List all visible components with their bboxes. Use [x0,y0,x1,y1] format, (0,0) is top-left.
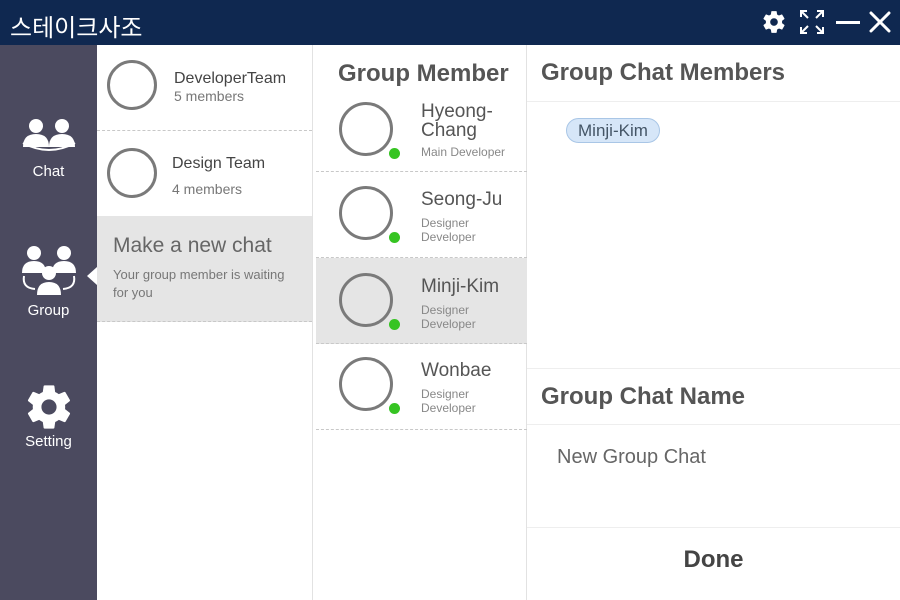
active-nav-pointer [87,267,97,285]
member-name: Minji-Kim [421,276,500,297]
avatar [339,186,393,240]
chat-list-item[interactable]: Design Team 4 members [97,131,312,217]
chat-member-count: 4 members [172,181,243,197]
avatar [339,102,393,156]
member-role: Designer [421,387,470,401]
group-chat-members-title: Group Chat Members [541,59,786,86]
avatar [107,148,157,198]
done-button[interactable]: Done [527,527,900,600]
member-name-line2: Chang [421,120,477,141]
side-nav: Chat Group Setting [0,45,97,600]
online-status-dot [389,148,400,159]
member-role: Main Developer [421,145,506,159]
avatar [339,357,393,411]
gear-icon [763,11,785,33]
group-chat-name-header: Group Chat Name [527,368,900,425]
chat-name: DeveloperTeam [174,70,287,87]
group-member-panel: Group Member Hyeong- Chang Main Develope… [313,45,527,600]
minimize-icon [836,21,860,24]
group-chat-members-header: Group Chat Members [527,45,900,102]
done-label: Done [683,546,744,573]
selected-member-chip[interactable]: Minji-Kim [566,118,660,143]
member-name: Wonbae [421,360,492,381]
member-row[interactable]: Hyeong- Chang Main Developer [316,86,527,172]
nav-item-setting[interactable]: Setting [0,381,97,461]
chat-people-icon [22,119,75,151]
nav-item-group[interactable]: Group [0,243,97,323]
nav-label-group: Group [27,302,70,319]
avatar [107,60,157,110]
group-people-icon [21,246,76,295]
title-bar: 스테이크사조 [0,0,900,45]
group-chat-panel: Group Chat Members Minji-Kim Group Chat … [527,45,900,600]
fullscreen-icon [800,10,824,34]
chat-member-count: 5 members [174,88,245,104]
member-role: Designer [421,216,470,230]
group-chat-name-title: Group Chat Name [541,383,746,410]
gear-icon [27,385,70,429]
fullscreen-button[interactable] [797,7,827,37]
settings-button[interactable] [759,7,789,37]
nav-label-chat: Chat [32,163,65,180]
make-chat-title: Make a new chat [113,234,272,257]
member-row[interactable]: Wonbae Designer Developer [316,344,527,430]
member-role-line2: Developer [421,401,476,415]
group-chat-name-input[interactable] [543,441,883,473]
close-button[interactable] [865,7,895,37]
close-icon [869,11,891,33]
minimize-button[interactable] [833,7,863,37]
nav-item-chat[interactable]: Chat [0,117,97,197]
avatar [339,273,393,327]
online-status-dot [389,232,400,243]
member-role-line2: Developer [421,230,476,244]
chat-name: Design Team [172,155,266,172]
app-title: 스테이크사조 [10,14,143,42]
group-member-title: Group Member [338,60,509,87]
member-role-line2: Developer [421,317,476,331]
make-chat-description: Your group member is waiting for you [113,267,285,300]
member-name-line1: Hyeong- [421,101,493,122]
online-status-dot [389,403,400,414]
online-status-dot [389,319,400,330]
nav-label-setting: Setting [25,433,72,450]
member-role: Designer [421,303,470,317]
member-name: Seong-Ju [421,189,503,210]
member-row-selected[interactable]: Minji-Kim Designer Developer [316,258,527,344]
chat-list: DeveloperTeam 5 members Design Team 4 me… [97,45,313,600]
chat-list-item[interactable]: DeveloperTeam 5 members [97,45,312,131]
member-row[interactable]: Seong-Ju Designer Developer [316,172,527,258]
make-new-chat-button[interactable]: Make a new chat Your group member is wai… [97,216,312,322]
